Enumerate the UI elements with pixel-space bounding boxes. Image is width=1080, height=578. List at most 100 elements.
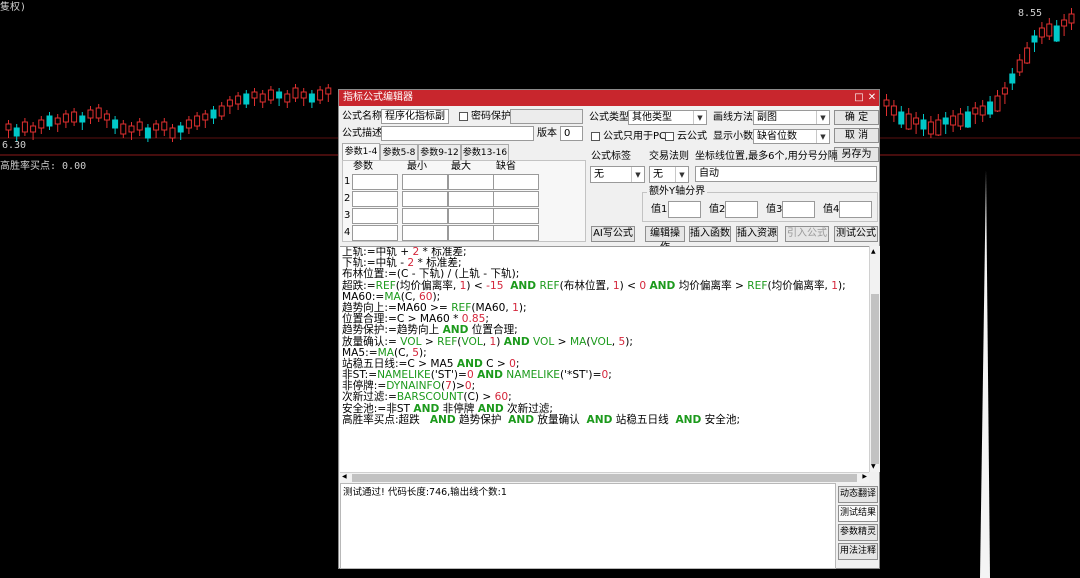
draw-method-select[interactable]: 副图 ▼ [753, 110, 830, 125]
code-token: (C, [393, 346, 413, 359]
save-as-button[interactable]: 另存为 [834, 147, 879, 162]
yaxis-value-3-input[interactable] [782, 201, 815, 218]
cancel-button[interactable]: 取 消 [834, 128, 879, 143]
yaxis-value-2-label: 值2 [709, 204, 726, 215]
scroll-right-icon[interactable]: ▶ [862, 473, 867, 480]
param-3-max[interactable] [448, 208, 494, 224]
dynamic-translate-button[interactable]: 动态翻译 [838, 486, 878, 503]
coord-line-input[interactable]: 自动 [695, 166, 877, 182]
test-result-button[interactable]: 测试结果 [838, 505, 878, 522]
candle-body [226, 99, 233, 107]
editor-vertical-scrollbar[interactable]: ▲ ▼ [869, 246, 880, 472]
tab-params-13-16[interactable]: 参数13-16 [461, 144, 509, 160]
param-4-default[interactable] [493, 225, 539, 241]
code-token: ) < [466, 279, 487, 292]
version-input[interactable]: 0 [560, 126, 583, 141]
pc-only-checkbox[interactable] [591, 132, 600, 141]
param-2-name[interactable] [352, 191, 398, 207]
code-editor[interactable]: 上轨:=中轨 + 2 * 标准差; 下轨:=中轨 - 2 * 标准差; 布林位置:=… [340, 246, 869, 473]
param-3-name[interactable] [352, 208, 398, 224]
formula-tag-select[interactable]: 无 ▼ [590, 166, 645, 183]
param-1-name[interactable] [352, 174, 398, 190]
code-token: 超跌:= [342, 279, 376, 292]
param-1-max[interactable] [448, 174, 494, 190]
tab-params-9-12[interactable]: 参数9-12 [418, 144, 461, 160]
candle-body [177, 125, 184, 133]
editor-hscroll-thumb[interactable] [352, 474, 857, 482]
param-2-min[interactable] [402, 191, 448, 207]
candle-body [46, 115, 53, 127]
code-token: 布林位置:=(C - 下轨) / (上轨 - 下轨); [342, 268, 520, 281]
edit-ops-button[interactable]: 编辑操作 [645, 226, 685, 253]
dialog-titlebar[interactable]: 指标公式编辑器 □ ✕ [339, 90, 879, 106]
yaxis-value-4-input[interactable] [839, 201, 872, 218]
param-4-min[interactable] [402, 225, 448, 241]
candle-body [308, 93, 315, 103]
editor-horizontal-scrollbar[interactable]: ◀ ▶ [340, 472, 869, 483]
code-token: MA5:= [342, 346, 378, 359]
candle-body [979, 105, 986, 116]
insert-resource-button[interactable]: 插入资源 [736, 226, 778, 242]
trade-rule-select[interactable]: 无 ▼ [649, 166, 689, 183]
ok-button[interactable]: 确 定 [834, 110, 879, 125]
tab-params-5-8[interactable]: 参数5-8 [380, 144, 418, 160]
candle-body [317, 89, 324, 101]
editor-vscroll-thumb[interactable] [871, 294, 879, 464]
formula-desc-input[interactable] [381, 126, 534, 141]
candle-body [1009, 73, 1016, 84]
chevron-down-icon: ▼ [631, 167, 644, 182]
scroll-left-icon[interactable]: ◀ [342, 473, 347, 480]
insert-function-button[interactable]: 插入函数 [689, 226, 731, 242]
restore-icon[interactable]: □ [853, 92, 865, 104]
trade-rule-value: 无 [653, 169, 663, 180]
code-token: > [554, 335, 570, 348]
param-1-default[interactable] [493, 174, 539, 190]
candle-body [1016, 59, 1023, 73]
code-token: , [482, 335, 490, 348]
close-icon[interactable]: ✕ [866, 92, 878, 104]
candle-body [30, 125, 37, 133]
candle-body [927, 121, 934, 135]
ai-write-button[interactable]: AI写公式 [591, 226, 635, 242]
tab-params-1-4[interactable]: 参数1-4 [342, 143, 380, 160]
formula-type-select[interactable]: 其他类型 ▼ [628, 110, 707, 125]
param-4-max[interactable] [448, 225, 494, 241]
yaxis-value-2-input[interactable] [725, 201, 758, 218]
yaxis-group-title: 额外Y轴分界 [647, 185, 708, 199]
formula-name-input[interactable]: 程序化指标副 [381, 109, 449, 124]
pc-only-label: 公式只用于PC [603, 131, 667, 142]
param-2-max[interactable] [448, 191, 494, 207]
param-wizard-button[interactable]: 参数精灵 [838, 524, 878, 541]
candle-body [112, 119, 119, 129]
import-formula-button[interactable]: 引入公式 [785, 226, 829, 242]
param-1-min[interactable] [402, 174, 448, 190]
decimals-select[interactable]: 缺省位数 ▼ [753, 129, 830, 144]
scroll-up-icon[interactable]: ▲ [871, 248, 876, 255]
param-3-default[interactable] [493, 208, 539, 224]
param-2-default[interactable] [493, 191, 539, 207]
password-input[interactable] [510, 109, 583, 124]
usage-notes-button[interactable]: 用法注释 [838, 543, 878, 560]
code-token: MA [377, 346, 394, 359]
candle-body [898, 111, 905, 125]
password-checkbox[interactable] [459, 112, 468, 121]
draw-method-label: 画线方法 [713, 112, 753, 123]
decimals-label: 显示小数 [713, 131, 753, 142]
test-formula-button[interactable]: 测试公式 [834, 226, 878, 242]
scroll-down-icon[interactable]: ▼ [871, 463, 876, 470]
candle-body [185, 119, 192, 129]
code-token: 放量确认 [534, 413, 587, 426]
code-token: REF [437, 335, 458, 348]
code-token: 安全池:=非ST [342, 402, 414, 415]
code-token: AND [649, 279, 676, 292]
cloud-formula-checkbox[interactable] [665, 132, 674, 141]
chart-low-value: 6.30 [2, 140, 27, 151]
code-token: REF [539, 279, 560, 292]
yaxis-value-1-input[interactable] [668, 201, 701, 218]
param-3-min[interactable] [402, 208, 448, 224]
code-token: 均价偏离率 > [675, 279, 748, 292]
code-token: ); [418, 346, 427, 359]
candle-body [994, 95, 1001, 112]
code-token: 位置合理; [468, 324, 518, 337]
param-4-name[interactable] [352, 225, 398, 241]
